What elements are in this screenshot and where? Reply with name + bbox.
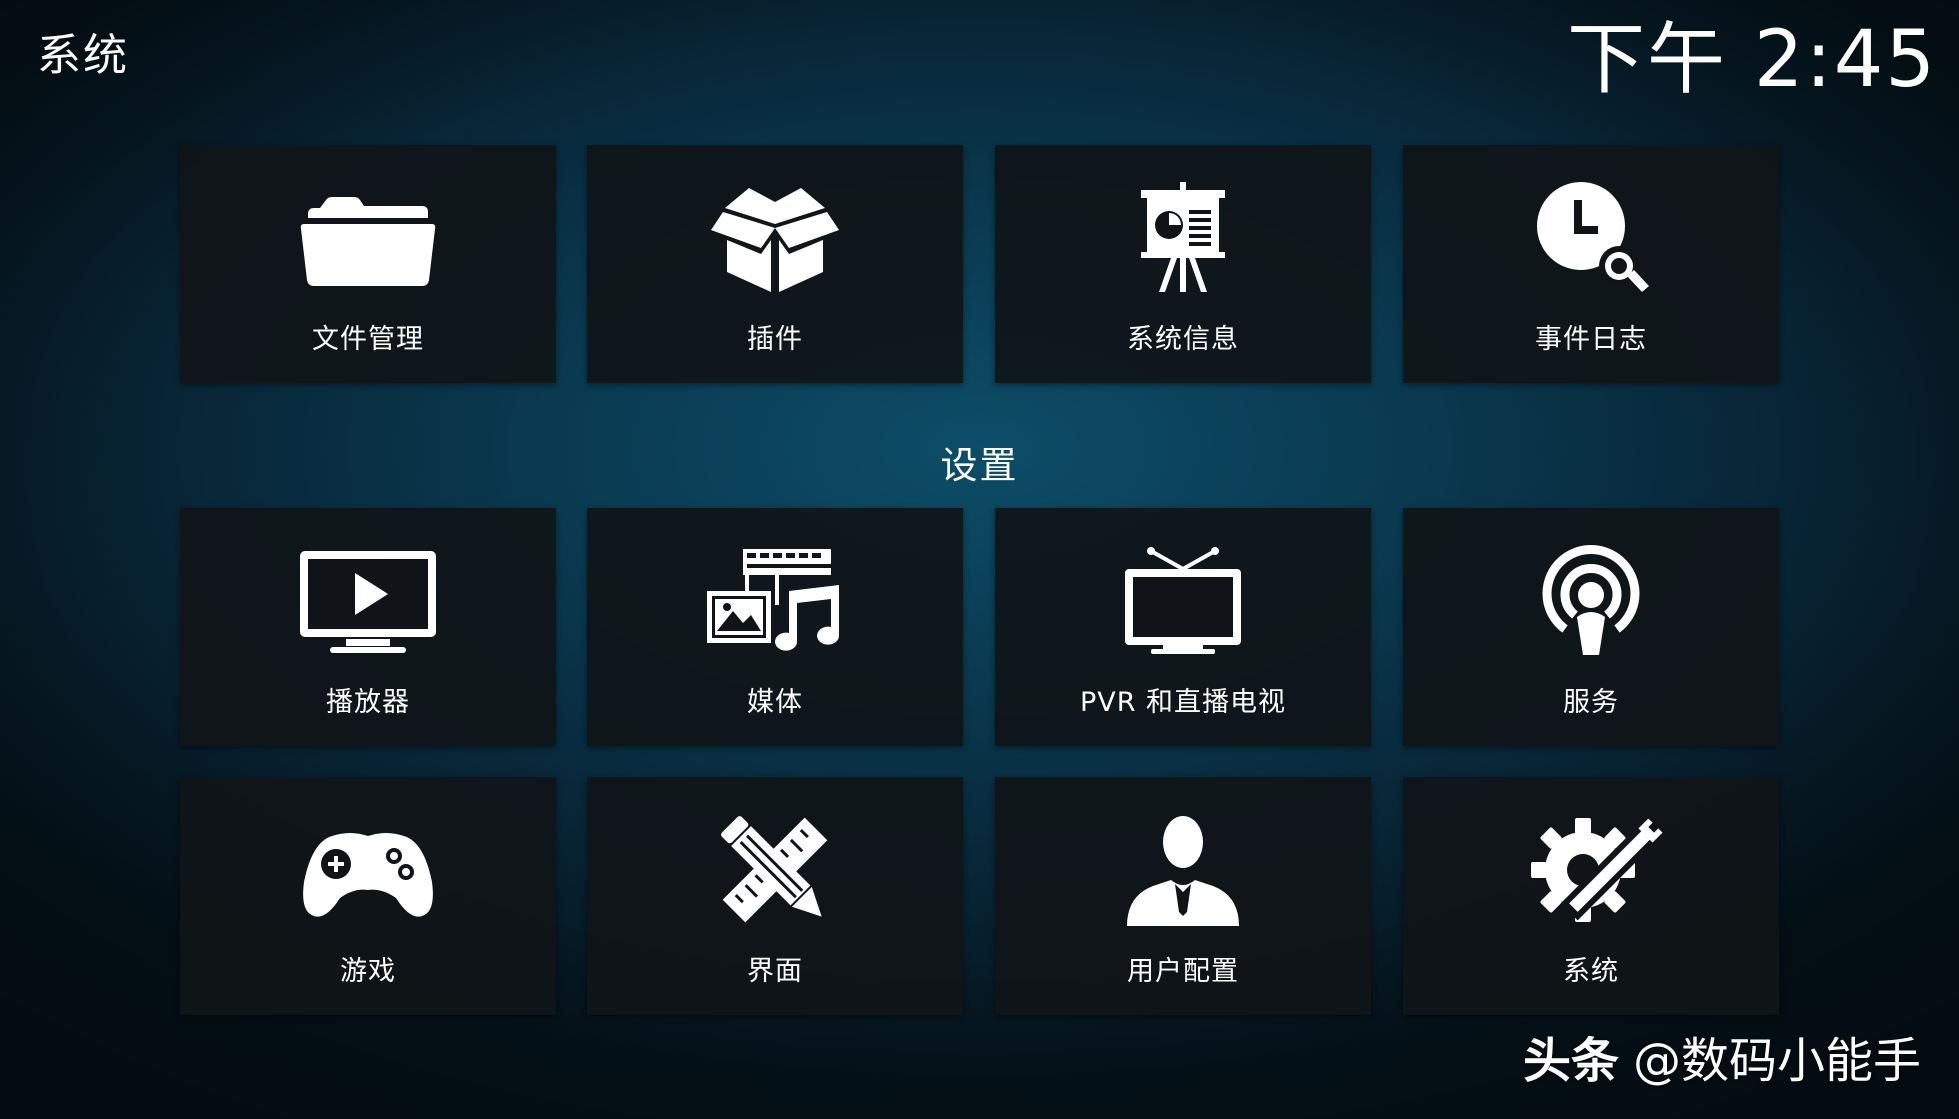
gamepad-icon: [180, 812, 556, 928]
tile-system[interactable]: 系统: [1403, 777, 1779, 1015]
settings-section-title: 设置: [940, 444, 1019, 487]
folder-icon: [180, 180, 556, 296]
tile-player[interactable]: 播放器: [180, 508, 556, 746]
window-title: 系统: [37, 30, 129, 81]
tile-system-info[interactable]: 系统信息: [995, 145, 1371, 383]
tile-label: 文件管理: [312, 324, 424, 355]
tile-label: 用户配置: [1127, 956, 1239, 987]
clock: 下午 2:45: [1567, 15, 1937, 105]
tile-label: 服务: [1563, 687, 1619, 718]
tile-label: 媒体: [747, 687, 803, 718]
tile-label: 插件: [747, 324, 803, 355]
tile-label: 游戏: [340, 956, 396, 987]
presentation-board-icon: [995, 180, 1371, 296]
user-profile-icon: [995, 812, 1371, 928]
tile-label: PVR 和直播电视: [1079, 687, 1287, 718]
tile-label: 系统信息: [1127, 324, 1239, 355]
tv-play-icon: [180, 543, 556, 659]
tile-games[interactable]: 游戏: [180, 777, 556, 1015]
tile-label: 界面: [747, 956, 803, 987]
gear-wrench-icon: [1403, 812, 1779, 928]
tile-interface[interactable]: 界面: [587, 777, 963, 1015]
system-tools-row: 文件管理 插件 系统信息 事件日志: [180, 145, 1780, 383]
pencil-ruler-icon: [587, 812, 963, 928]
broadcast-service-icon: [1403, 543, 1779, 659]
settings-row-1: 播放器 媒体 PVR 和直播电视 服务: [180, 508, 1780, 746]
addon-box-icon: [587, 180, 963, 296]
clock-search-icon: [1403, 180, 1779, 296]
tile-label: 事件日志: [1535, 324, 1647, 355]
watermark-brand: 头条: [1522, 1033, 1619, 1089]
tile-file-manager[interactable]: 文件管理: [180, 145, 556, 383]
settings-row-2: 游戏 界面 用户配置 系统: [180, 777, 1780, 1015]
tile-pvr-live-tv[interactable]: PVR 和直播电视: [995, 508, 1371, 746]
watermark: 头条 @数码小能手: [1523, 1031, 1921, 1091]
tile-event-log[interactable]: 事件日志: [1403, 145, 1779, 383]
tile-services[interactable]: 服务: [1403, 508, 1779, 746]
tile-label: 系统: [1563, 956, 1619, 987]
tile-profiles[interactable]: 用户配置: [995, 777, 1371, 1015]
tile-label: 播放器: [326, 687, 410, 718]
tile-addons[interactable]: 插件: [587, 145, 963, 383]
antenna-tv-icon: [995, 543, 1371, 659]
watermark-handle: @数码小能手: [1632, 1033, 1921, 1089]
media-library-icon: [587, 543, 963, 659]
tile-media[interactable]: 媒体: [587, 508, 963, 746]
